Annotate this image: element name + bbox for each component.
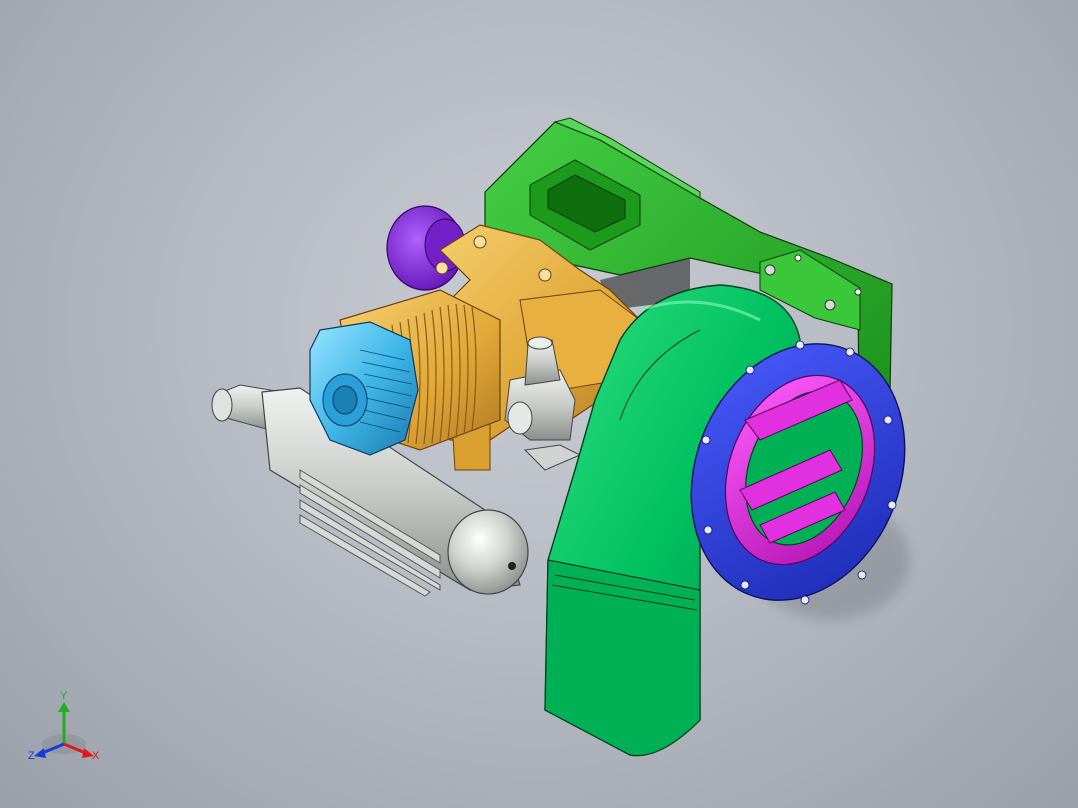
bracket-bolt [764,264,776,276]
3d-model-viewport[interactable]: Y X Z [0,0,1078,808]
y-axis-label: Y [60,690,68,702]
bracket-bolt [824,299,836,311]
bracket-bolt [794,254,802,262]
bracket-bolt [854,288,862,296]
x-axis-label: X [92,750,100,762]
crankcase-bolt [538,268,552,282]
assembly-model[interactable] [0,0,1078,808]
orientation-triad[interactable]: Y X Z [26,690,106,766]
crankcase-bolt [473,235,487,249]
crankcase-bolt [435,261,449,275]
muffler-outlet [508,562,516,570]
z-axis-label: Z [28,750,35,762]
